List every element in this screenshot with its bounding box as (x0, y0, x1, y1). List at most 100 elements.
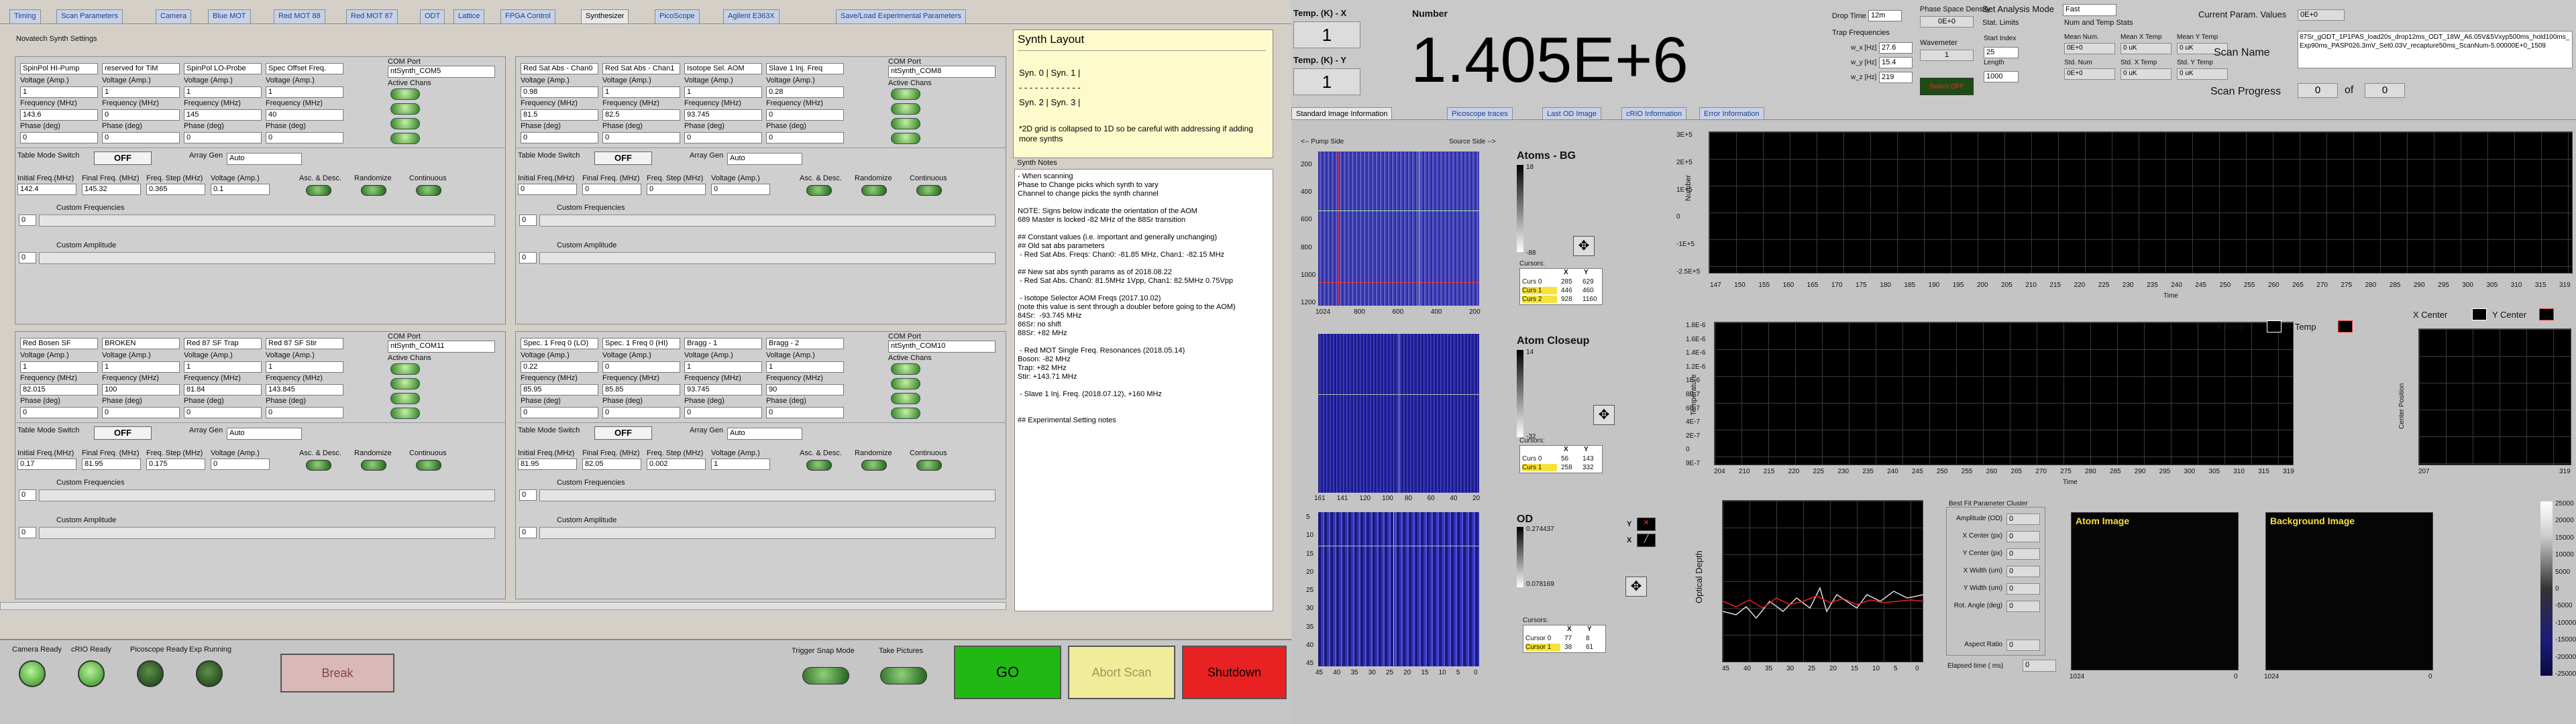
synth-1-amp-field[interactable]: 0 (711, 184, 770, 195)
synth-3-chan-3-volt[interactable]: 1 (766, 361, 844, 373)
cursor-x[interactable]: 38 (1564, 644, 1572, 651)
synth-1-chan-2-name[interactable]: Isotope Sel. AOM (684, 63, 762, 74)
synth-2-chan-1-freq[interactable]: 100 (102, 384, 180, 396)
synth-1-active-chan-3-toggle[interactable] (891, 133, 920, 144)
atom-closeup-image[interactable] (1318, 334, 1479, 493)
synth-2-cf-array[interactable] (39, 489, 495, 501)
drop-time-field[interactable]: 12m (1868, 10, 1902, 21)
od-image[interactable] (1318, 512, 1479, 666)
cursor-name[interactable]: Curs 0 (1522, 278, 1557, 286)
synth-3-array-gen-select[interactable]: Auto (727, 428, 802, 440)
synth-0-table-mode-switch[interactable]: OFF (94, 152, 152, 165)
synth-2-active-chan-1-toggle[interactable] (390, 378, 420, 389)
synth-1-chan-2-freq[interactable]: 93.745 (684, 109, 762, 121)
synth-1-chan-3-volt[interactable]: 0.28 (766, 86, 844, 98)
synth-2-cf-index[interactable]: 0 (19, 489, 36, 501)
synth-3-amp-field[interactable]: 1 (711, 459, 770, 470)
synth-3-chan-0-name[interactable]: Spec. 1 Freq 0 (LO) (521, 338, 598, 349)
x-center-legend-icon[interactable] (2472, 308, 2487, 320)
synth-1-chan-0-volt[interactable]: 0.98 (521, 86, 598, 98)
synth-2-chan-2-volt[interactable]: 1 (184, 361, 262, 373)
tab-0[interactable]: Timing (9, 9, 41, 24)
trap-freq-val-2[interactable]: 219 (1879, 72, 1913, 83)
synth-1-ca-array[interactable] (539, 252, 996, 264)
synth-1-chan-1-name[interactable]: Red Sat Abs - Chan1 (602, 63, 680, 74)
synth-1-chan-1-freq[interactable]: 82.5 (602, 109, 680, 121)
y-temp-legend-icon[interactable] (2338, 320, 2353, 333)
synth-1-cont-toggle[interactable] (916, 185, 942, 196)
closeup-crosshair-icon[interactable]: ✥ (1593, 405, 1615, 425)
synth-1-chan-1-volt[interactable]: 1 (602, 86, 680, 98)
synth-0-chan-1-volt[interactable]: 1 (102, 86, 180, 98)
tab-8[interactable]: FPGA Control (500, 9, 555, 24)
synth-0-chan-2-freq[interactable]: 145 (184, 109, 262, 121)
synth-3-final-field[interactable]: 82.05 (582, 459, 641, 470)
cursor-name[interactable]: Cursor 1 (1525, 644, 1560, 651)
synth-2-com-select[interactable]: ntSynth_COM11 (388, 341, 495, 353)
synth-1-step-field[interactable]: 0 (647, 184, 706, 195)
synth-3-rand-toggle[interactable] (861, 460, 887, 471)
od-y-cursor-icon[interactable]: ✕ (1637, 518, 1656, 531)
synth-2-array-gen-select[interactable]: Auto (227, 428, 302, 440)
tab-1[interactable]: Scan Parameters (56, 9, 123, 24)
trap-freq-val-1[interactable]: 15.4 (1879, 57, 1913, 68)
cursor-y[interactable]: 332 (1582, 464, 1594, 471)
synth-2-chan-3-volt[interactable]: 1 (266, 361, 343, 373)
synth-2-chan-0-phase[interactable]: 0 (20, 407, 98, 418)
atoms-bg-image[interactable] (1318, 152, 1479, 306)
synth-0-amp-field[interactable]: 0.1 (211, 184, 270, 195)
synth-0-chan-1-phase[interactable]: 0 (102, 132, 180, 143)
synth-1-chan-3-phase[interactable]: 0 (766, 132, 844, 143)
synth-3-table-mode-switch[interactable]: OFF (594, 426, 652, 440)
synth-0-chan-3-freq[interactable]: 40 (266, 109, 343, 121)
trap-freq-val-0[interactable]: 27.6 (1879, 42, 1913, 54)
synth-0-chan-3-volt[interactable]: 1 (266, 86, 343, 98)
synth-1-table-mode-switch[interactable]: OFF (594, 152, 652, 165)
cursor-x[interactable]: 285 (1561, 278, 1572, 286)
synth-0-chan-2-phase[interactable]: 0 (184, 132, 262, 143)
synth-1-cf-index[interactable]: 0 (519, 215, 537, 226)
synth-2-chan-0-volt[interactable]: 1 (20, 361, 98, 373)
synth-2-chan-0-name[interactable]: Red Bosen SF (20, 338, 98, 349)
synth-2-rand-toggle[interactable] (361, 460, 386, 471)
optical-depth-plot[interactable] (1722, 500, 1925, 662)
synth-1-chan-1-phase[interactable]: 0 (602, 132, 680, 143)
synth-3-active-chan-1-toggle[interactable] (891, 378, 920, 389)
synth-0-rand-toggle[interactable] (361, 185, 386, 196)
tab-11[interactable]: Agilent E363X (723, 9, 780, 24)
synth-3-cont-toggle[interactable] (916, 460, 942, 471)
synth-0-chan-1-name[interactable]: reserved for TiM (102, 63, 180, 74)
synth-3-chan-3-phase[interactable]: 0 (766, 407, 844, 418)
synth-3-cf-array[interactable] (539, 489, 996, 501)
synth-1-final-field[interactable]: 0 (582, 184, 641, 195)
synth-1-init-field[interactable]: 0 (518, 184, 577, 195)
synth-2-active-chan-3-toggle[interactable] (390, 408, 420, 419)
synth-0-cont-toggle[interactable] (416, 185, 441, 196)
scan-name-field[interactable]: 87Sr_gODT_1P1PAS_load20s_drop12ms_ODT_18… (2298, 31, 2573, 68)
synth-0-final-field[interactable]: 145.32 (82, 184, 141, 195)
synth-2-chan-2-name[interactable]: Red 87 SF Trap (184, 338, 262, 349)
y-center-legend-icon[interactable] (2539, 308, 2554, 320)
cursor-x[interactable]: 928 (1561, 296, 1572, 303)
synth-2-ca-index[interactable]: 0 (19, 527, 36, 538)
synth-3-asc-toggle[interactable] (806, 460, 832, 471)
synth-notes[interactable]: - When scanning Phase to Change picks wh… (1014, 169, 1273, 611)
synth-0-chan-1-freq[interactable]: 0 (102, 109, 180, 121)
synth-2-asc-toggle[interactable] (306, 460, 331, 471)
cursor-name[interactable]: Curs 1 (1522, 287, 1557, 294)
synth-2-init-field[interactable]: 0.17 (17, 459, 76, 470)
synth-3-chan-0-freq[interactable]: 85.95 (521, 384, 598, 396)
synth-1-rand-toggle[interactable] (861, 185, 887, 196)
synth-0-active-chan-3-toggle[interactable] (390, 133, 420, 144)
synth-2-chan-1-phase[interactable]: 0 (102, 407, 180, 418)
synth-2-final-field[interactable]: 81.95 (82, 459, 141, 470)
cursor-x[interactable]: 77 (1564, 635, 1572, 642)
synth-2-chan-2-phase[interactable]: 0 (184, 407, 262, 418)
synth-0-init-field[interactable]: 142.4 (17, 184, 76, 195)
synth-1-chan-3-freq[interactable]: 0 (766, 109, 844, 121)
synth-3-step-field[interactable]: 0.002 (647, 459, 706, 470)
synth-1-cf-array[interactable] (539, 215, 996, 227)
synth-2-step-field[interactable]: 0.175 (146, 459, 205, 470)
synth-1-chan-3-name[interactable]: Slave 1 Inj. Freq (766, 63, 844, 74)
cursor-y[interactable]: 143 (1582, 455, 1594, 463)
